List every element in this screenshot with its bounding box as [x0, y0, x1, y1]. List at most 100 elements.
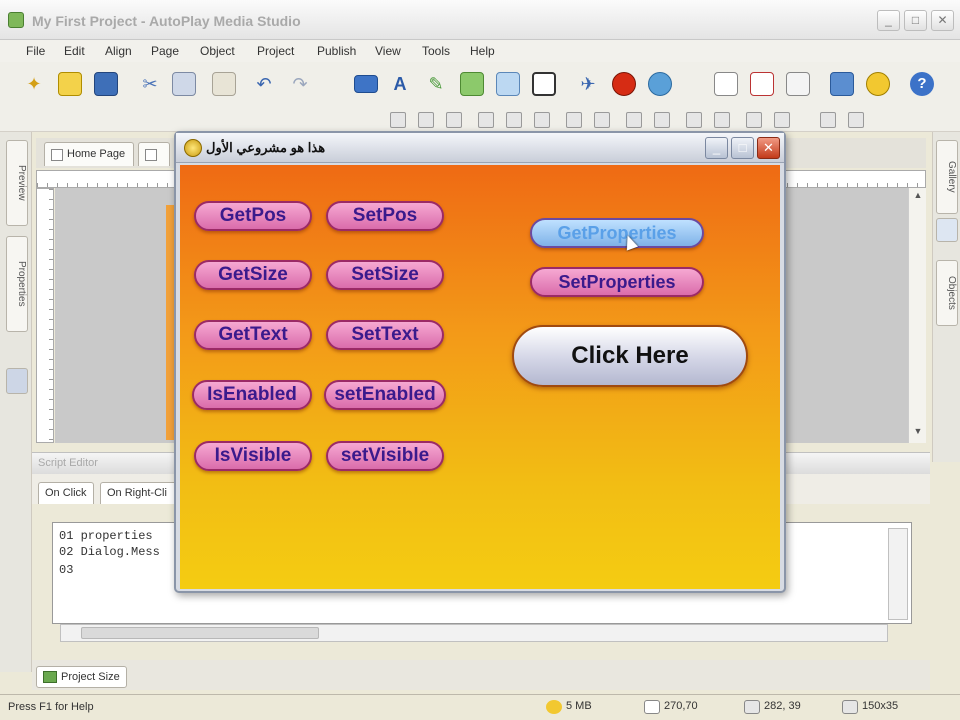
tab-on-right-click[interactable]: On Right-Cli — [100, 482, 180, 504]
chart-icon — [43, 671, 57, 683]
getproperties-button[interactable]: GetProperties — [530, 218, 704, 248]
tab-on-click[interactable]: On Click — [38, 482, 94, 504]
center-vertical-icon[interactable] — [714, 112, 730, 128]
same-height-icon[interactable] — [594, 112, 610, 128]
publish-icon[interactable] — [866, 72, 890, 96]
project-close-button[interactable]: ✕ — [757, 137, 780, 159]
space-vertical-icon[interactable] — [654, 112, 670, 128]
setproperties-button[interactable]: SetProperties — [530, 267, 704, 297]
image-object-icon[interactable] — [460, 72, 484, 96]
open-folder-icon[interactable] — [58, 72, 82, 96]
center-horizontal-icon[interactable] — [686, 112, 702, 128]
resize-icon — [842, 700, 858, 714]
align-center-icon[interactable] — [418, 112, 434, 128]
paste-icon[interactable] — [212, 72, 236, 96]
ungroup-icon[interactable] — [848, 112, 864, 128]
new-page-icon[interactable] — [714, 72, 738, 96]
project-minimize-button[interactable]: _ — [705, 137, 728, 159]
bring-front-icon[interactable] — [746, 112, 762, 128]
tab-home-page[interactable]: Home Page — [44, 142, 135, 166]
setsize-button[interactable]: SetSize — [326, 260, 444, 290]
cursor-icon — [644, 700, 660, 714]
isenabled-button[interactable]: IsEnabled — [192, 380, 312, 410]
bottom-panel-tabs: Project Size — [32, 660, 930, 690]
close-button[interactable]: ✕ — [931, 10, 954, 31]
setvisible-button[interactable]: setVisible — [326, 441, 444, 471]
label-object-icon[interactable]: A — [388, 72, 412, 96]
left-panel: Preview Properties — [0, 132, 32, 672]
delete-page-icon[interactable] — [750, 72, 774, 96]
align-bottom-icon[interactable] — [534, 112, 550, 128]
help-icon[interactable]: ? — [910, 72, 934, 96]
undo-icon[interactable]: ↶ — [252, 72, 276, 96]
preview-panel-tab[interactable]: Preview — [6, 140, 28, 226]
properties-panel-tab[interactable]: Properties — [6, 236, 28, 332]
cut-icon[interactable]: ✂ — [138, 72, 162, 96]
record-icon[interactable] — [612, 72, 636, 96]
scroll-down-icon[interactable]: ▼ — [911, 426, 925, 440]
gettext-button[interactable]: GetText — [194, 320, 312, 350]
flash-object-icon[interactable] — [496, 72, 520, 96]
getpos-button[interactable]: GetPos — [194, 201, 312, 231]
click-here-button[interactable]: Click Here — [512, 325, 748, 387]
web-object-icon[interactable] — [648, 72, 672, 96]
align-toolbar — [0, 110, 960, 132]
disk-icon — [546, 700, 562, 714]
code-vertical-scrollbar[interactable] — [888, 528, 908, 620]
page-icon — [145, 149, 157, 161]
status-help-text: Press F1 for Help — [8, 701, 94, 713]
redo-icon[interactable]: ↷ — [288, 72, 312, 96]
menu-view[interactable]: View — [375, 44, 401, 58]
objects-panel-tab[interactable]: Objects — [936, 260, 958, 326]
status-object-position: 282, 39 — [742, 699, 805, 717]
getsize-button[interactable]: GetSize — [194, 260, 312, 290]
align-top-icon[interactable] — [478, 112, 494, 128]
rectangle-object-icon[interactable] — [532, 72, 556, 96]
wizard-icon[interactable]: ✦ — [22, 72, 46, 96]
align-right-icon[interactable] — [446, 112, 462, 128]
setpos-button[interactable]: SetPos — [326, 201, 444, 231]
menu-align[interactable]: Align — [105, 44, 132, 58]
page-edge — [166, 205, 174, 440]
send-back-icon[interactable] — [774, 112, 790, 128]
page-properties-icon[interactable] — [786, 72, 810, 96]
button-object-icon[interactable] — [354, 75, 378, 93]
position-icon — [744, 700, 760, 714]
gallery-panel-tab[interactable]: Gallery — [936, 140, 958, 214]
gallery-icon[interactable] — [936, 218, 958, 242]
space-horizontal-icon[interactable] — [626, 112, 642, 128]
copy-icon[interactable] — [172, 72, 196, 96]
design-vertical-scrollbar[interactable]: ▲ ▼ — [908, 188, 926, 443]
code-scroll-thumb[interactable] — [81, 627, 319, 639]
setenabled-button[interactable]: setEnabled — [324, 380, 446, 410]
project-page: GetPos SetPos GetSize SetSize GetText Se… — [180, 165, 780, 589]
menu-page[interactable]: Page — [151, 44, 179, 58]
menu-object[interactable]: Object — [200, 44, 235, 58]
settext-button[interactable]: SetText — [326, 320, 444, 350]
menu-edit[interactable]: Edit — [64, 44, 85, 58]
app-logo-icon — [8, 12, 24, 28]
same-width-icon[interactable] — [566, 112, 582, 128]
explorer-icon[interactable] — [6, 368, 28, 394]
menu-file[interactable]: File — [26, 44, 45, 58]
tab-second-page[interactable] — [138, 142, 170, 166]
hotspot-icon[interactable]: ✈ — [576, 72, 600, 96]
align-middle-icon[interactable] — [506, 112, 522, 128]
scroll-up-icon[interactable]: ▲ — [911, 190, 925, 204]
project-window-titlebar[interactable]: هذا هو مشروعي الأول _ □ ✕ — [176, 133, 784, 163]
tab-project-size[interactable]: Project Size — [36, 666, 127, 688]
align-left-icon[interactable] — [390, 112, 406, 128]
paragraph-object-icon[interactable]: ✎ — [424, 72, 448, 96]
save-icon[interactable] — [94, 72, 118, 96]
project-maximize-button[interactable]: □ — [731, 137, 754, 159]
menu-help[interactable]: Help — [470, 44, 495, 58]
maximize-button[interactable]: □ — [904, 10, 927, 31]
isvisible-button[interactable]: IsVisible — [194, 441, 312, 471]
group-icon[interactable] — [820, 112, 836, 128]
preview-monitor-icon[interactable] — [830, 72, 854, 96]
menu-publish[interactable]: Publish — [317, 44, 356, 58]
menu-project[interactable]: Project — [257, 44, 294, 58]
minimize-button[interactable]: _ — [877, 10, 900, 31]
menu-tools[interactable]: Tools — [422, 44, 450, 58]
code-horizontal-scrollbar[interactable] — [60, 624, 888, 642]
